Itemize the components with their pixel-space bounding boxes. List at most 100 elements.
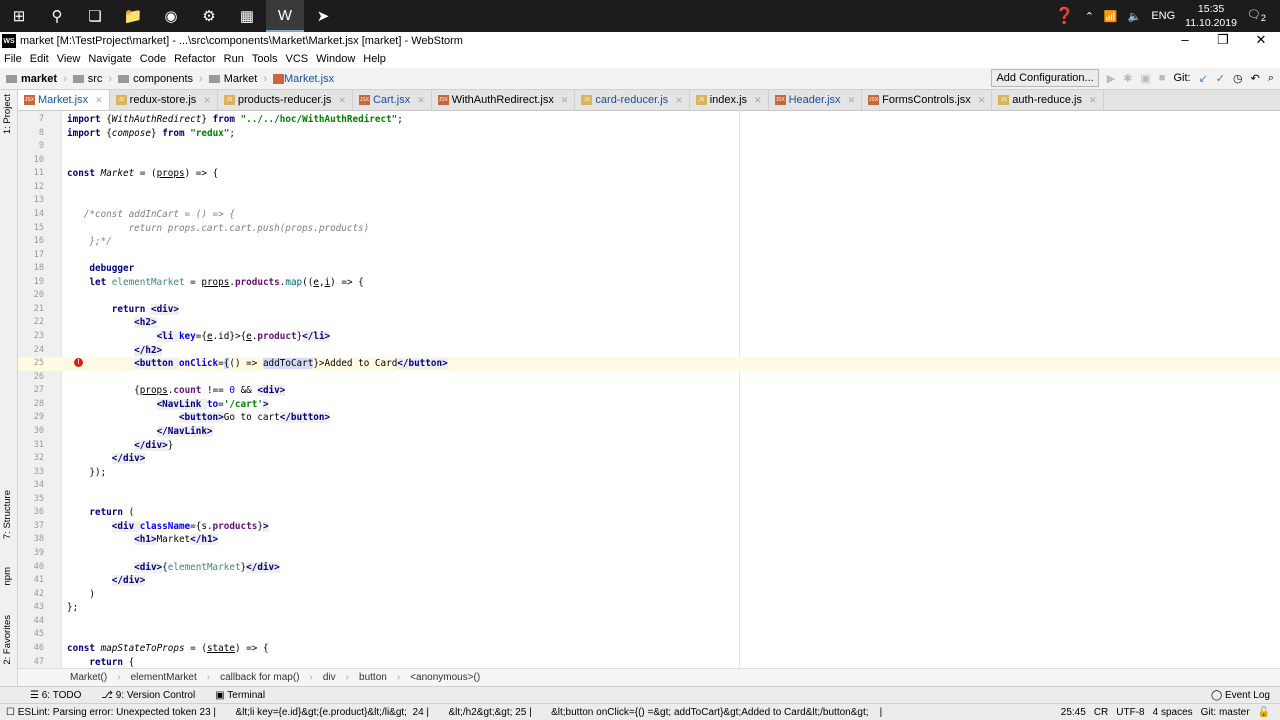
tab-market-jsx[interactable]: JSX Market.jsx ✕ bbox=[18, 90, 110, 110]
code-line[interactable]: 17 bbox=[18, 249, 1280, 263]
close-tab-icon[interactable]: ✕ bbox=[561, 95, 569, 106]
debug-icon[interactable]: ✱ bbox=[1123, 72, 1132, 85]
caret-position[interactable]: 25:45 bbox=[1061, 707, 1086, 718]
settings-app-icon[interactable]: ⚙ bbox=[190, 0, 228, 32]
code-line[interactable]: 21 return <div> bbox=[18, 303, 1280, 317]
menu-view[interactable]: View bbox=[57, 53, 81, 65]
menu-code[interactable]: Code bbox=[140, 53, 166, 65]
menu-run[interactable]: Run bbox=[224, 53, 244, 65]
close-tab-icon[interactable]: ✕ bbox=[848, 95, 856, 106]
menu-vcs[interactable]: VCS bbox=[286, 53, 309, 65]
chrome-icon[interactable]: ◉ bbox=[152, 0, 190, 32]
code-crumb[interactable]: elementMarket bbox=[131, 672, 197, 683]
calculator-icon[interactable]: ▦ bbox=[228, 0, 266, 32]
code-line[interactable]: 16 };*/ bbox=[18, 235, 1280, 249]
notification-center-icon[interactable]: 🗨2 bbox=[1247, 8, 1266, 23]
windows-start-icon[interactable]: ⊞ bbox=[0, 0, 38, 32]
code-line[interactable]: 19 let elementMarket = props.products.ma… bbox=[18, 276, 1280, 290]
code-line[interactable]: 35 bbox=[18, 493, 1280, 507]
close-tab-icon[interactable]: ✕ bbox=[338, 95, 346, 106]
nav-crumb[interactable]: src › bbox=[72, 73, 112, 85]
nav-crumb[interactable]: Market › bbox=[208, 73, 267, 85]
code-line[interactable]: 12 bbox=[18, 181, 1280, 195]
code-line[interactable]: 42 ) bbox=[18, 588, 1280, 602]
file-explorer-icon[interactable]: 📁 bbox=[114, 0, 152, 32]
tab-products-reducer-js[interactable]: JS products-reducer.js ✕ bbox=[218, 90, 353, 110]
code-line[interactable]: 9 bbox=[18, 140, 1280, 154]
code-line[interactable]: 40 <div>{elementMarket}</div> bbox=[18, 561, 1280, 575]
git-branch[interactable]: Git: master bbox=[1201, 707, 1250, 718]
history-icon[interactable]: ◷ bbox=[1233, 72, 1243, 85]
code-line[interactable]: 18 debugger bbox=[18, 262, 1280, 276]
coverage-icon[interactable]: ▣ bbox=[1140, 72, 1150, 85]
add-configuration-button[interactable]: Add Configuration... bbox=[991, 69, 1099, 87]
minimize-button[interactable]: – bbox=[1166, 32, 1204, 48]
tab-withauthredirect-jsx[interactable]: JSX WithAuthRedirect.jsx ✕ bbox=[432, 90, 576, 110]
code-line[interactable]: 25! <button onClick={() => addToCart}>Ad… bbox=[18, 357, 1280, 371]
status-message[interactable]: ESLint: Parsing error: Unexpected token … bbox=[18, 707, 882, 718]
code-crumb[interactable]: button bbox=[359, 672, 387, 683]
tab-formscontrols-jsx[interactable]: JSX FormsControls.jsx ✕ bbox=[862, 90, 993, 110]
tab-cart-jsx[interactable]: JSX Cart.jsx ✕ bbox=[353, 90, 432, 110]
close-tab-icon[interactable]: ✕ bbox=[978, 95, 986, 106]
code-crumb[interactable]: <anonymous>() bbox=[410, 672, 480, 683]
favorites-tool-tab[interactable]: 2: Favorites bbox=[2, 615, 13, 665]
indent-setting[interactable]: 4 spaces bbox=[1153, 707, 1193, 718]
code-crumb[interactable]: Market() bbox=[70, 672, 107, 683]
close-tab-icon[interactable]: ✕ bbox=[95, 95, 103, 106]
status-panel-icon[interactable]: ☐ bbox=[6, 707, 18, 718]
code-line[interactable]: 34 bbox=[18, 479, 1280, 493]
tab-auth-reduce-js[interactable]: JS auth-reduce.js ✕ bbox=[992, 90, 1104, 110]
task-view-icon[interactable]: ❏ bbox=[76, 0, 114, 32]
webstorm-icon[interactable]: W bbox=[266, 0, 304, 32]
line-separator[interactable]: CR bbox=[1094, 707, 1108, 718]
code-line[interactable]: 31 </div>} bbox=[18, 439, 1280, 453]
code-line[interactable]: 11 const Market = (props) => { bbox=[18, 167, 1280, 181]
language-indicator[interactable]: ENG bbox=[1151, 10, 1175, 22]
git-commit-icon[interactable]: ✓ bbox=[1216, 72, 1225, 85]
nav-crumb[interactable]: components › bbox=[118, 73, 203, 85]
code-line[interactable]: 47 return { bbox=[18, 656, 1280, 669]
stop-icon[interactable]: ■ bbox=[1159, 72, 1166, 84]
code-line[interactable]: 43}; bbox=[18, 601, 1280, 615]
code-line[interactable]: 32 </div> bbox=[18, 452, 1280, 466]
menu-refactor[interactable]: Refactor bbox=[174, 53, 216, 65]
version-control-tab[interactable]: ⎇ 9: Version Control bbox=[101, 690, 195, 701]
todo-tab[interactable]: ☰ 6: TODO bbox=[30, 690, 81, 701]
code-line[interactable]: 44 bbox=[18, 615, 1280, 629]
code-line[interactable]: 29 <button>Go to cart</button> bbox=[18, 411, 1280, 425]
code-line[interactable]: 20 bbox=[18, 289, 1280, 303]
code-line[interactable]: 26 bbox=[18, 371, 1280, 385]
close-tab-icon[interactable]: ✕ bbox=[203, 95, 211, 106]
code-line[interactable]: 45 bbox=[18, 628, 1280, 642]
code-line[interactable]: 24 </h2> bbox=[18, 344, 1280, 358]
help-icon[interactable]: ❓ bbox=[1055, 6, 1075, 26]
close-tab-icon[interactable]: ✕ bbox=[754, 95, 762, 106]
close-button[interactable]: ✕ bbox=[1242, 32, 1280, 48]
code-crumb[interactable]: callback for map() bbox=[220, 672, 299, 683]
code-line[interactable]: 30 </NavLink> bbox=[18, 425, 1280, 439]
clock[interactable]: 15:35 11.10.2019 bbox=[1185, 2, 1237, 30]
code-line[interactable]: 37 <div className={s.products}> bbox=[18, 520, 1280, 534]
menu-window[interactable]: Window bbox=[316, 53, 355, 65]
encoding[interactable]: UTF-8 bbox=[1116, 707, 1144, 718]
code-line[interactable]: 46 const mapStateToProps = (state) => { bbox=[18, 642, 1280, 656]
code-line[interactable]: 23 <li key={e.id}>{e.product}</li> bbox=[18, 330, 1280, 344]
menu-tools[interactable]: Tools bbox=[252, 53, 278, 65]
tab-header-jsx[interactable]: JSX Header.jsx ✕ bbox=[769, 90, 863, 110]
nav-crumb[interactable]: Market.jsx bbox=[273, 73, 334, 85]
menu-navigate[interactable]: Navigate bbox=[88, 53, 131, 65]
code-line[interactable]: 39 bbox=[18, 547, 1280, 561]
search-icon[interactable]: ⌕ bbox=[1268, 72, 1274, 85]
code-line[interactable]: 14 /*const addInCart = () => { bbox=[18, 208, 1280, 222]
code-line[interactable]: 41 </div> bbox=[18, 574, 1280, 588]
lock-icon[interactable]: 🔓 bbox=[1258, 707, 1270, 718]
structure-tool-tab[interactable]: 7: Structure bbox=[2, 490, 13, 539]
network-icon[interactable]: 📶 bbox=[1104, 10, 1118, 23]
code-line[interactable]: 13 bbox=[18, 194, 1280, 208]
git-update-icon[interactable]: ↙ bbox=[1199, 72, 1208, 85]
code-line[interactable]: 8 import {compose} from "redux"; bbox=[18, 127, 1280, 141]
code-line[interactable]: 33 }); bbox=[18, 466, 1280, 480]
menu-help[interactable]: Help bbox=[363, 53, 386, 65]
nav-crumb[interactable]: market › bbox=[6, 73, 67, 85]
